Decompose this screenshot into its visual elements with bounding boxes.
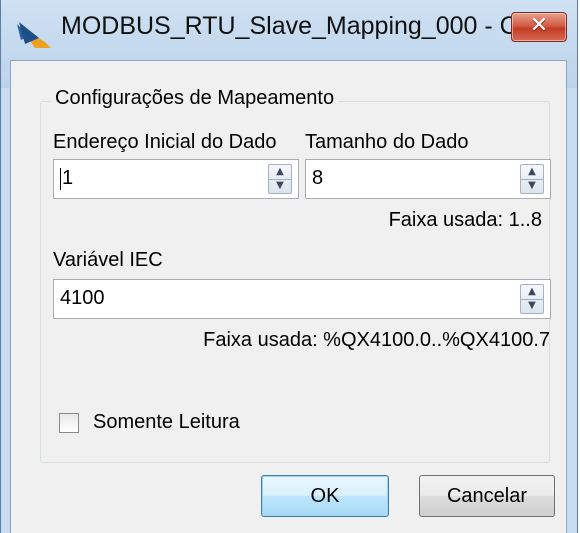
data-size-label: Tamanho do Dado [305,131,469,153]
iec-variable-label: Variável IEC [53,249,163,271]
close-icon: ✕ [529,13,549,38]
spin-up-icon[interactable]: ▲ [521,285,543,300]
cancel-button[interactable]: Cancelar [419,475,555,517]
start-address-value: 1 [62,167,74,189]
text-caret [60,168,61,190]
dialog-window: MODBUS_RTU_Slave_Mapping_000 - Coil ✕ Co… [0,0,578,533]
spin-down-icon[interactable]: ▼ [521,179,543,193]
arrow-app-icon [17,22,51,48]
range-used-iec: Faixa usada: %QX4100.0..%QX4100.7 [203,329,550,351]
dialog-content: Configurações de Mapeamento Endereço Ini… [10,60,567,533]
group-title: Configurações de Mapeamento [51,87,339,110]
iec-variable-spinner[interactable]: ▲ ▼ [520,284,544,314]
range-used-size: Faixa usada: 1..8 [388,209,542,231]
spin-up-icon[interactable]: ▲ [269,165,291,180]
spin-up-icon[interactable]: ▲ [521,165,543,180]
window-title: MODBUS_RTU_Slave_Mapping_000 - Coil [61,12,543,40]
ok-button[interactable]: OK [261,475,389,517]
iec-variable-value: 4100 [60,287,105,309]
spin-down-icon[interactable]: ▼ [521,299,543,313]
readonly-checkbox[interactable] [59,413,79,433]
spin-down-icon[interactable]: ▼ [269,179,291,193]
start-address-input[interactable]: 1 ▲ ▼ [53,159,299,199]
start-address-label: Endereço Inicial do Dado [53,131,277,153]
iec-variable-input[interactable]: 4100 ▲ ▼ [53,279,551,319]
data-size-spinner[interactable]: ▲ ▼ [520,164,544,194]
readonly-label: Somente Leitura [93,411,240,433]
close-button[interactable]: ✕ [511,12,567,42]
data-size-value: 8 [312,167,324,189]
start-address-spinner[interactable]: ▲ ▼ [268,164,292,194]
data-size-input[interactable]: 8 ▲ ▼ [305,159,551,199]
